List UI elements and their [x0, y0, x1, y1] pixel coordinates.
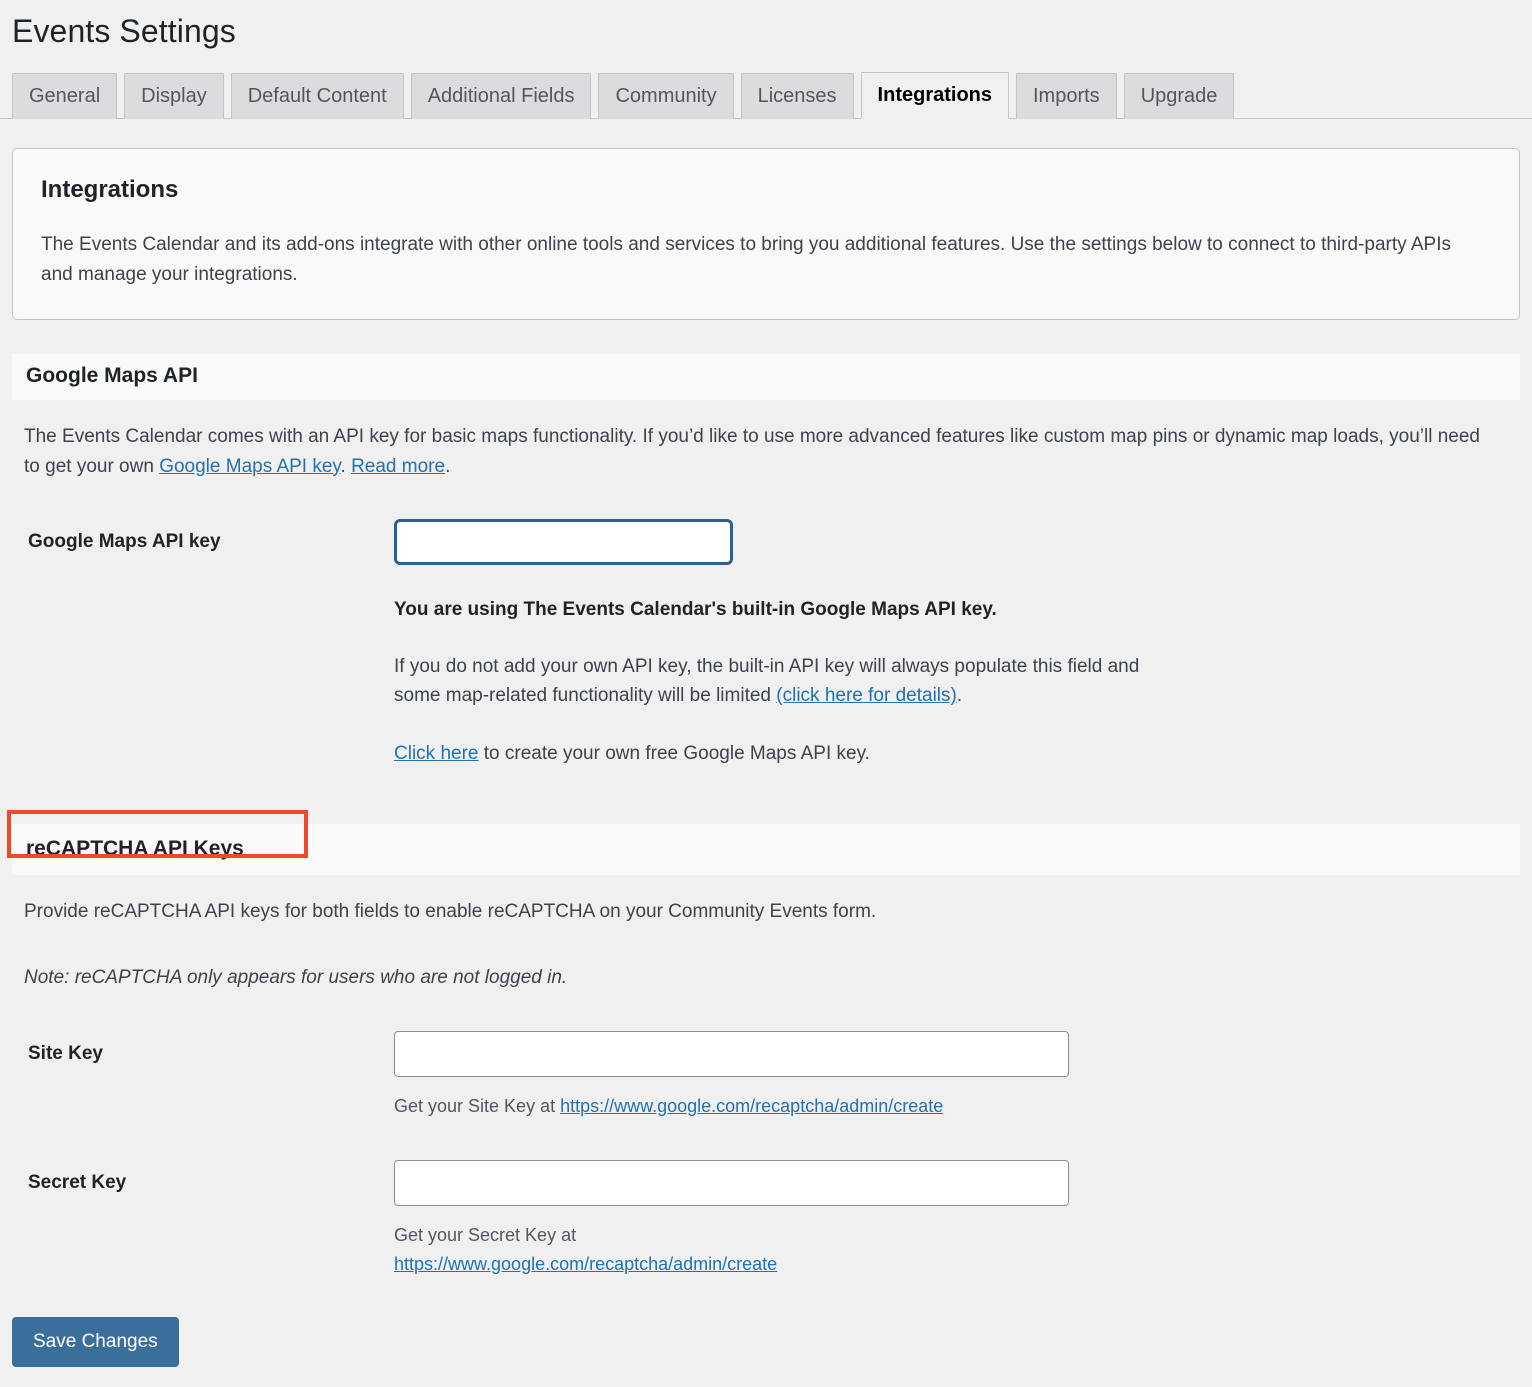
site-key-row: Site Key Get your Site Key at https://ww…: [12, 1030, 1520, 1122]
click-here-create-key-link[interactable]: Click here: [394, 743, 478, 764]
google-maps-help-text-2: .: [956, 685, 963, 707]
tab-default-content[interactable]: Default Content: [230, 72, 404, 119]
site-key-help-prefix: Get your Site Key at: [394, 1095, 561, 1116]
site-key-help: Get your Site Key at https://www.google.…: [394, 1092, 1094, 1122]
secret-key-field-column: Get your Secret Key at https://www.google…: [394, 1159, 1520, 1280]
google-maps-builtin-key-notice: You are using The Events Calendar's buil…: [394, 599, 997, 621]
google-maps-section-header: Google Maps API: [12, 354, 1520, 400]
integrations-description: The Events Calendar and its add-ons inte…: [41, 234, 1451, 286]
secret-key-label: Secret Key: [28, 1171, 127, 1193]
secret-key-row: Secret Key Get your Secret Key at https:/…: [12, 1159, 1520, 1280]
submit-area: Save Changes: [0, 1316, 1532, 1387]
site-key-label: Site Key: [28, 1042, 103, 1064]
google-maps-api-key-label: Google Maps API key: [28, 531, 221, 553]
secret-key-help: Get your Secret Key at https://www.google…: [394, 1221, 1094, 1280]
google-maps-section-title: Google Maps API: [26, 364, 198, 388]
tab-licenses[interactable]: Licenses: [740, 72, 854, 119]
secret-key-help-link[interactable]: https://www.google.com/recaptcha/admin/c…: [394, 1254, 777, 1274]
settings-tab-bar: General Display Default Content Addition…: [0, 70, 1532, 119]
recaptcha-section-header: reCAPTCHA API Keys: [12, 824, 1520, 876]
google-maps-desc-text-2: .: [340, 455, 352, 477]
tab-integrations[interactable]: Integrations: [860, 71, 1009, 119]
integrations-intro-panel: Integrations The Events Calendar and its…: [12, 147, 1520, 321]
site-key-input[interactable]: [394, 1030, 1069, 1077]
google-maps-help-text-1: If you do not add your own API key, the …: [394, 655, 1140, 707]
tab-general[interactable]: General: [12, 72, 118, 119]
integrations-heading: Integrations: [41, 175, 179, 203]
google-maps-create-key-text: to create your own free Google Maps API …: [478, 742, 870, 764]
tab-upgrade[interactable]: Upgrade: [1123, 72, 1235, 119]
read-more-link[interactable]: Read more: [351, 456, 445, 477]
google-maps-api-key-link[interactable]: Google Maps API key: [159, 456, 340, 477]
save-changes-button[interactable]: Save Changes: [12, 1316, 179, 1367]
recaptcha-description: Provide reCAPTCHA API keys for both fiel…: [24, 901, 877, 923]
tab-imports[interactable]: Imports: [1016, 72, 1117, 119]
recaptcha-note: Note: reCAPTCHA only appears for users w…: [24, 967, 568, 989]
google-maps-api-key-input[interactable]: [394, 519, 733, 566]
google-maps-section-body: The Events Calendar comes with an API ke…: [0, 422, 1532, 769]
page-title: Events Settings: [12, 13, 236, 49]
google-maps-builtin-key-explanation: If you do not add your own API key, the …: [394, 652, 1154, 711]
google-maps-create-key-line: Click here to create your own free Googl…: [394, 739, 1154, 768]
tab-additional-fields[interactable]: Additional Fields: [410, 72, 592, 119]
secret-key-help-prefix: Get your Secret Key at: [394, 1224, 577, 1245]
google-maps-api-key-row: Google Maps API key You are using The Ev…: [12, 519, 1520, 768]
google-maps-api-key-field-column: You are using The Events Calendar's buil…: [394, 519, 1520, 768]
events-settings-page: Events Settings General Display Default …: [0, 0, 1532, 1387]
google-maps-desc-text-3: .: [445, 455, 451, 477]
google-maps-description: The Events Calendar comes with an API ke…: [24, 422, 1494, 482]
site-key-field-column: Get your Site Key at https://www.google.…: [394, 1030, 1520, 1122]
secret-key-input[interactable]: [394, 1159, 1069, 1206]
recaptcha-section-title: reCAPTCHA API Keys: [26, 837, 244, 861]
recaptcha-section-body: Provide reCAPTCHA API keys for both fiel…: [0, 897, 1532, 1279]
click-here-for-details-link[interactable]: (click here for details): [776, 685, 957, 706]
tab-community[interactable]: Community: [598, 72, 734, 119]
tab-display[interactable]: Display: [124, 72, 224, 119]
site-key-help-link[interactable]: https://www.google.com/recaptcha/admin/c…: [560, 1096, 943, 1116]
